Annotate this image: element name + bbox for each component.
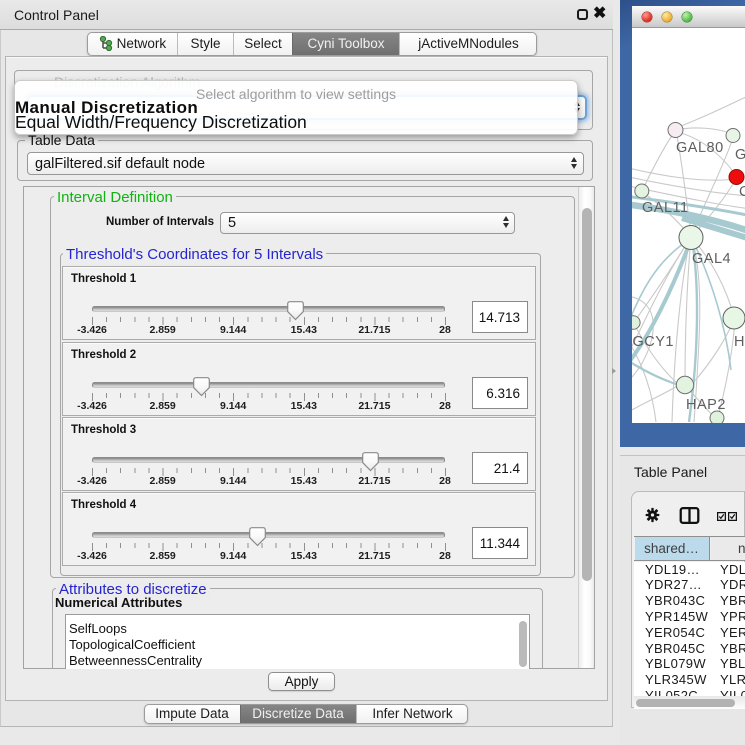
svg-text:G.: G. — [735, 147, 745, 163]
svg-text:C: C — [739, 184, 745, 200]
svg-text:GAL80: GAL80 — [676, 140, 724, 156]
svg-text:GAL11: GAL11 — [642, 200, 689, 216]
svg-text:H: H — [734, 334, 745, 350]
svg-text:GCY1: GCY1 — [632, 334, 674, 350]
svg-text:GAL4: GAL4 — [692, 251, 731, 267]
svg-text:HAP2: HAP2 — [686, 397, 726, 413]
